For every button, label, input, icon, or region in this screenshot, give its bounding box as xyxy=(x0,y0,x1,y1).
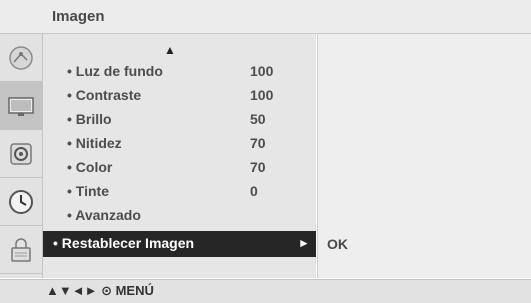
menu-item-value: 100 xyxy=(250,63,274,79)
menu-item-value: 70 xyxy=(250,135,266,151)
menu-item-brightness[interactable]: • Brillo 50 xyxy=(43,108,316,132)
satellite-dish-icon xyxy=(9,46,33,70)
tv-screen-icon xyxy=(8,97,34,116)
menu-item-contrast[interactable]: • Contraste 100 xyxy=(43,84,316,108)
submenu-arrow-icon: ► xyxy=(298,236,310,250)
navigation-hint-bar: ▲▼◄► ⊙ MENÚ xyxy=(0,279,531,303)
menu-item-sharpness[interactable]: • Nitidez 70 xyxy=(43,132,316,156)
menu-item-value: 70 xyxy=(250,159,266,175)
clock-icon xyxy=(9,190,33,214)
navigation-hint: ▲▼◄► ⊙ MENÚ xyxy=(46,283,154,298)
menu-item-tint[interactable]: • Tinte 0 xyxy=(43,180,316,204)
category-time-button[interactable] xyxy=(0,178,42,226)
category-picture-button[interactable] xyxy=(0,82,42,130)
submenu-panel xyxy=(317,34,531,278)
menu-item-advanced[interactable]: • Avanzado xyxy=(43,204,316,228)
menu-item-value: 100 xyxy=(250,87,274,103)
menu-item-label: • Tinte xyxy=(67,183,109,199)
menu-item-label: • Avanzado xyxy=(67,207,141,223)
menu-item-value: 0 xyxy=(250,183,258,199)
menu-item-label: • Nitidez xyxy=(67,135,122,151)
menu-item-label: • Color xyxy=(67,159,113,175)
lock-icon xyxy=(11,238,31,262)
category-lock-button[interactable] xyxy=(0,226,42,274)
category-input-button[interactable] xyxy=(0,34,42,82)
menu-item-value: 50 xyxy=(250,111,266,127)
menu-item-backlight[interactable]: • Luz de fundo 100 xyxy=(43,60,316,84)
scroll-up-arrow-icon[interactable]: ▲ xyxy=(164,43,176,57)
osd-menu-frame: Imagen ▲ • Luz de fundo 100 • Contraste … xyxy=(0,0,531,303)
menu-item-label: • Luz de fundo xyxy=(67,63,163,79)
menu-item-label: • Brillo xyxy=(67,111,112,127)
menu-item-label: • Restablecer Imagen xyxy=(53,235,195,251)
menu-item-label: • Contraste xyxy=(67,87,142,103)
category-audio-button[interactable] xyxy=(0,130,42,178)
menu-item-color[interactable]: • Color 70 xyxy=(43,156,316,180)
category-icon-column xyxy=(0,34,43,278)
menu-title: Imagen xyxy=(52,8,105,25)
menu-item-reset-picture[interactable]: • Restablecer Imagen ► xyxy=(43,231,316,257)
title-bar: Imagen xyxy=(0,0,531,34)
speaker-icon xyxy=(10,143,32,165)
submenu-ok-option[interactable]: OK xyxy=(327,236,348,252)
